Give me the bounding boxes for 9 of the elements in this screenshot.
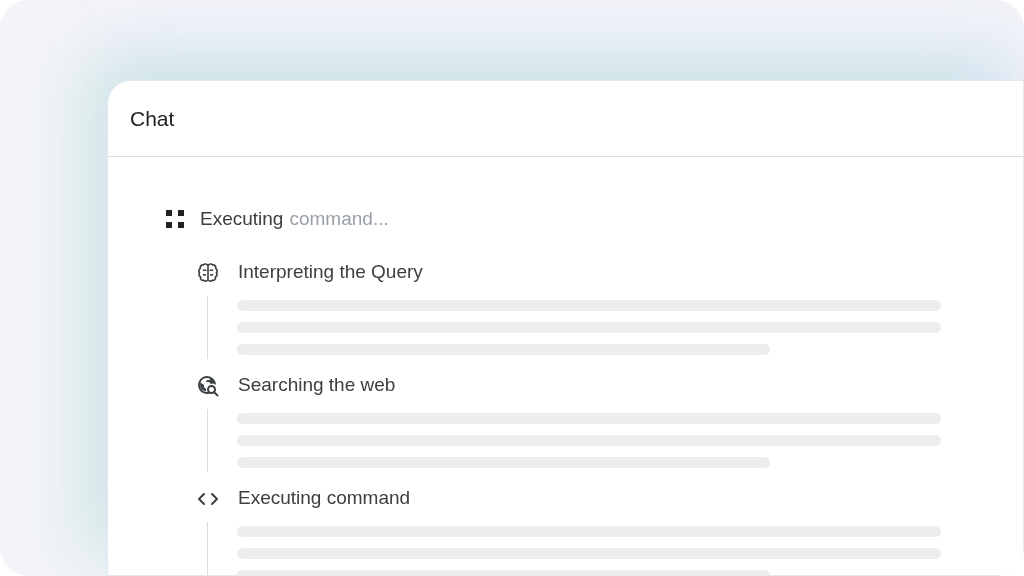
step-title: Executing command: [238, 486, 411, 511]
step-title: Searching the web: [238, 373, 396, 398]
status-text: Executing: [200, 207, 284, 231]
brain-icon: [197, 261, 219, 284]
panel-title: Chat: [130, 105, 175, 132]
status-pending-text: command...: [289, 207, 389, 231]
grid-icon: [166, 210, 184, 229]
step-title: Interpreting the Query: [238, 260, 423, 285]
globe-search-icon: [196, 373, 220, 398]
